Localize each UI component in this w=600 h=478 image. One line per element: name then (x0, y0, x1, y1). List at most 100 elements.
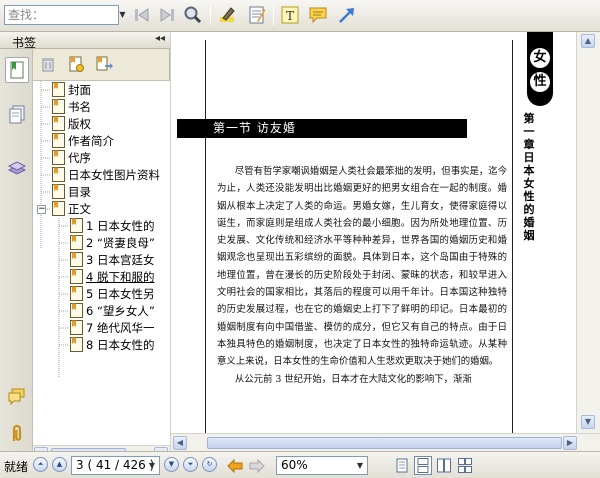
body-text: 尽管有哲学家嘲讽婚姻是人类社会最笨拙的发明，但事实是，迄今为止，人类还没能发明出… (217, 163, 507, 388)
move-bookmark-icon[interactable] (93, 53, 115, 75)
bookmark-item[interactable]: 作者简介 (52, 132, 114, 149)
search-input[interactable]: 查找： (4, 5, 119, 25)
bookmark-item[interactable]: 2 “贤妻良母” (70, 234, 155, 251)
bookmark-item[interactable]: 1 日本女性的 (70, 217, 154, 234)
bookmark-item[interactable]: 3 日本宫廷女 (70, 251, 154, 268)
bookmark-label: 2 “贤妻良母” (86, 235, 155, 250)
forward-icon[interactable] (246, 455, 268, 477)
bookmark-page-icon (52, 82, 65, 97)
next-page-icon[interactable]: ▼ (164, 457, 179, 472)
bookmark-page-icon (52, 150, 65, 165)
text-tool-icon[interactable]: T (279, 4, 301, 26)
collapse-expander-icon[interactable]: − (37, 205, 46, 214)
status-text: 就绪 (4, 460, 29, 474)
delete-bookmark-icon[interactable] (37, 53, 59, 75)
bookmark-item[interactable]: 日本女性图片资料 (52, 166, 160, 183)
bookmark-item[interactable]: 8 日本女性的 (70, 336, 154, 353)
page-rule-right (512, 40, 513, 433)
zoom-value: 60% (281, 458, 308, 472)
bookmark-label: 封面 (68, 82, 91, 97)
bookmark-item[interactable]: 版权 (52, 115, 91, 132)
bookmark-page-icon (52, 99, 65, 114)
document-page[interactable]: 女 性 第一章 日本女性的婚姻 第一节 访友婚 尽管有哲学家嘲讽婚姻是人类社会最… (171, 32, 576, 433)
bookmark-item[interactable]: 代序 (52, 149, 91, 166)
bookmark-item[interactable]: 正文 (52, 200, 91, 217)
note-pad-icon[interactable] (246, 4, 268, 26)
side-tab-char: 女 (530, 48, 550, 68)
bookmark-label: 6 “望乡女人” (86, 303, 155, 318)
status-bar: 就绪 ⏶ ▲ 3 ( 41 / 426 ) ▼ ▼ ⏷ ↻ 60% ▼ (0, 451, 600, 478)
search-icon[interactable] (182, 4, 204, 26)
bookmark-page-icon (70, 286, 83, 301)
pages-panel-icon[interactable] (5, 101, 29, 127)
bookmark-sidebar: 书签 ◂◂ 封面 书名 版权 作者简介 代序 日本女性图片资料 目录 − 正文 … (0, 32, 170, 460)
single-page-view-icon[interactable] (393, 456, 411, 475)
zoom-field[interactable]: 60% ▼ (276, 456, 368, 475)
bookmark-label: 目录 (68, 184, 91, 199)
arrow-tool-icon[interactable] (336, 4, 358, 26)
bookmark-item[interactable]: 书名 (52, 98, 91, 115)
scroll-up-arrow-icon[interactable]: ▲ (581, 34, 595, 48)
main-toolbar: 查找： ▼ T (0, 0, 600, 32)
bookmark-label: 4 脱下和服的 (86, 269, 155, 284)
panel-icon-strip (0, 49, 33, 451)
page-number-field[interactable]: 3 ( 41 / 426 ) ▼ (71, 456, 160, 475)
bookmark-page-icon (52, 201, 65, 216)
bookmark-item[interactable]: 6 “望乡女人” (70, 302, 155, 319)
bookmark-page-icon (52, 133, 65, 148)
page-dropdown-arrow[interactable]: ▼ (145, 457, 159, 474)
svg-text:T: T (286, 9, 294, 23)
continuous-view-icon[interactable] (414, 456, 432, 475)
last-page-icon[interactable]: ⏷ (183, 457, 198, 472)
bookmark-page-icon (70, 337, 83, 352)
search-prev-icon[interactable] (131, 4, 153, 26)
bookmark-page-icon (70, 235, 83, 250)
bookmark-label: 5 日本女性另 (86, 286, 155, 301)
search-next-icon[interactable] (156, 4, 178, 26)
comment-icon[interactable] (307, 4, 329, 26)
scroll-right-arrow-icon[interactable]: ▶ (563, 436, 577, 450)
continuous-facing-view-icon[interactable] (456, 456, 474, 475)
zoom-dropdown-arrow[interactable]: ▼ (353, 457, 367, 474)
paragraph: 从公元前 3 世纪开始，日本才在大陆文化的影响下，渐渐 (234, 373, 472, 385)
search-dropdown-arrow[interactable]: ▼ (117, 5, 128, 25)
section-title: 第一节 访友婚 (177, 119, 467, 138)
bookmark-item[interactable]: 目录 (52, 183, 91, 200)
bookmark-item-current[interactable]: 4 脱下和服的 (70, 268, 154, 285)
bookmark-panel-icon[interactable] (5, 57, 29, 83)
highlight-pen-icon[interactable] (217, 4, 239, 26)
bookmark-label: 8 日本女性的 (86, 337, 155, 352)
bookmark-page-icon (52, 167, 65, 182)
document-horizontal-scrollbar[interactable]: ◀ ▶ (171, 433, 600, 451)
facing-view-icon[interactable] (435, 456, 453, 475)
bookmark-item[interactable]: 7 绝代风华一 (70, 319, 154, 336)
prev-page-icon[interactable]: ▲ (52, 457, 67, 472)
side-thumb-tab: 女 性 (527, 32, 553, 106)
bookmark-label: 版权 (68, 116, 91, 131)
first-page-icon[interactable]: ⏶ (33, 457, 48, 472)
layers-panel-icon[interactable] (5, 155, 29, 181)
side-tab-char: 性 (530, 72, 550, 92)
bookmark-page-icon (70, 252, 83, 267)
page-refresh-icon[interactable]: ↻ (202, 457, 217, 472)
scroll-left-arrow-icon[interactable]: ◀ (173, 436, 187, 450)
comments-panel-icon[interactable] (5, 383, 29, 409)
attachments-panel-icon[interactable] (5, 421, 29, 447)
collapse-sidebar-icon[interactable]: ◂◂ (155, 33, 165, 44)
new-bookmark-icon[interactable] (65, 53, 87, 75)
scroll-down-arrow-icon[interactable]: ▼ (581, 415, 595, 429)
bookmark-label: 7 绝代风华一 (86, 320, 155, 335)
bookmark-label: 代序 (68, 150, 91, 165)
bookmark-item[interactable]: 封面 (52, 81, 91, 98)
scroll-thumb[interactable] (207, 437, 562, 449)
bookmark-item[interactable]: 5 日本女性另 (70, 285, 154, 302)
bookmark-page-icon (52, 184, 65, 199)
document-viewer: 女 性 第一章 日本女性的婚姻 第一节 访友婚 尽管有哲学家嘲讽婚姻是人类社会最… (171, 32, 600, 451)
bookmark-label: 正文 (68, 201, 91, 216)
document-vertical-scrollbar[interactable]: ▲ ▼ (576, 32, 600, 433)
bookmark-page-icon (70, 320, 83, 335)
bookmark-page-icon (52, 116, 65, 131)
bookmark-toolbar (33, 49, 170, 79)
chapter-vertical-title: 第一章 日本女性的婚姻 (523, 112, 535, 242)
back-icon[interactable] (224, 455, 246, 477)
